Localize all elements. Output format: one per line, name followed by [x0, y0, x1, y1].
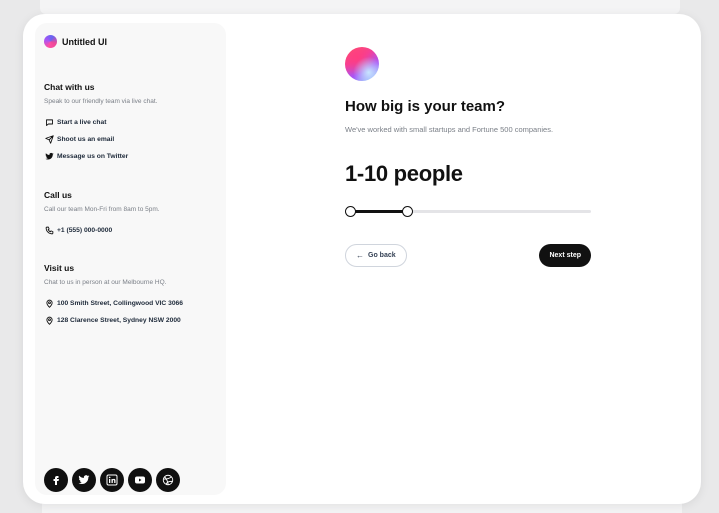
chat-bubble-icon: [44, 118, 54, 128]
visit-section-title: Visit us: [44, 263, 75, 273]
address-collingwood-link[interactable]: 100 Smith Street, Collingwood VIC 3066: [44, 295, 183, 312]
youtube-button[interactable]: [128, 468, 152, 492]
call-section: Call us Call our team Mon-Fri from 8am t…: [44, 190, 160, 239]
twitter-message-link[interactable]: Message us on Twitter: [44, 148, 157, 165]
go-back-label: Go back: [368, 252, 396, 259]
team-size-range-slider[interactable]: [345, 205, 591, 217]
dribbble-icon: [162, 474, 174, 486]
address-collingwood-label: 100 Smith Street, Collingwood VIC 3066: [57, 300, 183, 307]
question-subtitle: We've worked with small startups and For…: [345, 125, 554, 134]
team-size-value: 1-10 people: [345, 161, 463, 186]
arrow-left-icon: ←: [356, 251, 364, 260]
slider-fill: [350, 210, 408, 213]
linkedin-icon: [106, 474, 118, 486]
facebook-button[interactable]: [44, 468, 68, 492]
address-sydney-link[interactable]: 128 Clarence Street, Sydney NSW 2000: [44, 312, 183, 329]
onboarding-card: Untitled UI Chat with us Speak to our fr…: [23, 14, 701, 504]
send-icon: [44, 135, 54, 145]
chat-section-description: Speak to our friendly team via live chat…: [44, 98, 158, 105]
visit-section-description: Chat to us in person at our Melbourne HQ…: [44, 279, 167, 286]
phone-link[interactable]: +1 (555) 000-0000: [44, 222, 160, 239]
email-label: Shoot us an email: [57, 136, 115, 143]
facebook-icon: [53, 476, 59, 485]
map-pin-icon: [44, 299, 54, 309]
brand-logo-icon: [44, 35, 57, 48]
next-step-button[interactable]: Next step: [539, 244, 591, 267]
chat-section-title: Chat with us: [44, 82, 95, 92]
slider-thumb-min[interactable]: [345, 206, 356, 217]
phone-icon: [44, 226, 54, 236]
gradient-orb-icon: [345, 47, 379, 81]
step-actions: ← Go back Next step: [345, 244, 591, 267]
twitter-icon: [44, 152, 54, 162]
start-live-chat-label: Start a live chat: [57, 119, 107, 126]
start-live-chat-link[interactable]: Start a live chat: [44, 114, 157, 131]
background-card-top: [40, 0, 680, 14]
address-sydney-label: 128 Clarence Street, Sydney NSW 2000: [57, 317, 181, 324]
brand-name: Untitled UI: [62, 36, 107, 47]
phone-label: +1 (555) 000-0000: [57, 227, 113, 234]
visit-section: Visit us Chat to us in person at our Mel…: [44, 263, 183, 329]
call-section-description: Call our team Mon-Fri from 8am to 5pm.: [44, 206, 160, 213]
map-pin-icon: [44, 316, 54, 326]
brand[interactable]: Untitled UI: [44, 35, 107, 48]
twitter-message-label: Message us on Twitter: [57, 153, 129, 160]
twitter-icon: [78, 475, 90, 485]
call-section-title: Call us: [44, 190, 72, 200]
linkedin-button[interactable]: [100, 468, 124, 492]
email-link[interactable]: Shoot us an email: [44, 131, 157, 148]
social-links: [44, 468, 184, 492]
dribbble-button[interactable]: [156, 468, 180, 492]
contact-sidebar: Untitled UI Chat with us Speak to our fr…: [35, 23, 226, 495]
slider-thumb-max[interactable]: [401, 206, 413, 217]
twitter-button[interactable]: [72, 468, 96, 492]
team-size-step: How big is your team? We've worked with …: [345, 47, 591, 267]
youtube-icon: [135, 476, 145, 484]
go-back-button[interactable]: ← Go back: [345, 244, 407, 267]
chat-section: Chat with us Speak to our friendly team …: [44, 82, 157, 165]
question-heading: How big is your team?: [345, 98, 506, 115]
